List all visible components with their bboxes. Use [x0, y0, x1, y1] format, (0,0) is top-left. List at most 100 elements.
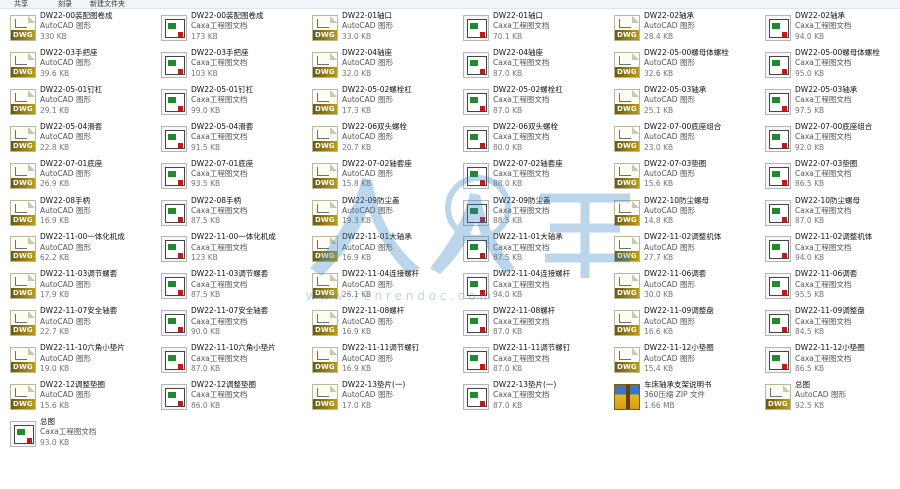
caxa-file-icon	[463, 199, 489, 226]
file-size: 32.0 KB	[342, 68, 372, 78]
file-name: DW22-08手柄	[191, 195, 241, 205]
file-size: 16.9 KB	[342, 327, 372, 336]
file-item[interactable]: DWG DW22-11-07安全轴套 AutoCAD 图形 22.7 KB	[0, 303, 150, 339]
file-size: 90.0 KB	[191, 327, 221, 336]
dwg-file-icon: DWG	[312, 88, 338, 115]
file-item[interactable]: DWG DW22-11-08螺杆 AutoCAD 图形 16.9 KB	[302, 303, 452, 339]
file-info: DW22-05-04滑套 AutoCAD 图形 22.8 KB	[40, 122, 148, 153]
file-item[interactable]: DWG DW22-05-01钉杠 AutoCAD 图形 29.1 KB	[0, 82, 150, 118]
file-info: DW22-11-10六角小垫片 AutoCAD 图形 19.0 KB	[40, 343, 148, 374]
file-item[interactable]: DW22-11-03调节螺套 Caxa工程图文档 87.5 KB	[151, 266, 301, 302]
file-item[interactable]: DW22-05-03轴承 Caxa工程图文档 97.5 KB	[755, 82, 900, 118]
file-item[interactable]: DW22-11-10六角小垫片 Caxa工程图文档 87.0 KB	[151, 340, 301, 376]
caxa-file-icon	[765, 273, 791, 300]
file-item[interactable]: DWG DW22-05-03轴承 AutoCAD 图形 25.1 KB	[604, 82, 754, 118]
file-item[interactable]: DWG DW22-07-01底座 AutoCAD 图形 26.9 KB	[0, 156, 150, 192]
file-item[interactable]: DW22-11-08螺杆 Caxa工程图文档 87.0 KB	[453, 303, 603, 339]
file-item[interactable]: DW22-05-01钉杠 Caxa工程图文档 99.0 KB	[151, 82, 301, 118]
file-type: Caxa工程图文档	[191, 95, 248, 105]
file-size: 93.0 KB	[40, 437, 70, 447]
file-item[interactable]: DWG DW22-05-04滑套 AutoCAD 图形 22.8 KB	[0, 119, 150, 155]
file-item[interactable]: DWG DW22-05-02螺栓杠 AutoCAD 图形 17.3 KB	[302, 82, 452, 118]
file-item[interactable]: DW22-12调整垫圈 Caxa工程图文档 86.0 KB	[151, 377, 301, 413]
file-item[interactable]: DWG DW22-11-06调套 AutoCAD 图形 30.0 KB	[604, 266, 754, 302]
file-item[interactable]: DWG DW22-01轴口 AutoCAD 图形 33.0 KB	[302, 8, 452, 44]
file-item[interactable]: DWG DW22-11-12小垫圈 AutoCAD 图形 15.4 KB	[604, 340, 754, 376]
file-item[interactable]: DWG DW22-08手柄 AutoCAD 图形 16.9 KB	[0, 193, 150, 229]
file-item[interactable]: DW22-01轴口 Caxa工程图文档 70.1 KB	[453, 8, 603, 44]
dwg-file-icon: DWG	[614, 236, 640, 263]
file-item[interactable]: DWG DW22-03手把座 AutoCAD 图形 39.6 KB	[0, 45, 150, 81]
file-item[interactable]: DW22-07-02轴套座 Caxa工程图文档 88.0 KB	[453, 156, 603, 192]
file-item[interactable]: DW22-11-02调整机体 Caxa工程图文档 94.0 KB	[755, 229, 900, 265]
file-size: 95.5 KB	[795, 290, 825, 300]
file-name: DW22-02轴承	[795, 11, 845, 20]
dwg-file-icon: DWG	[10, 199, 36, 226]
file-item[interactable]: DW22-11-04连接螺杆 Caxa工程图文档 94.0 KB	[453, 266, 603, 302]
file-type: AutoCAD 图形	[342, 316, 393, 326]
file-info: DW22-10防尘螺母 AutoCAD 图形 14.8 KB	[644, 196, 752, 227]
file-item[interactable]: DWG DW22-13垫片(一) AutoCAD 图形 17.0 KB	[302, 377, 452, 413]
file-item[interactable]: DWG DW22-04轴座 AutoCAD 图形 32.0 KB	[302, 45, 452, 81]
file-name: DW22-05-04滑套	[40, 121, 103, 131]
file-item[interactable]: DW22-11-11调节螺钉 Caxa工程图文档 87.0 KB	[453, 340, 603, 376]
file-item[interactable]: DW22-03手把座 Caxa工程图文档 103 KB	[151, 45, 301, 81]
file-type: Caxa工程图文档	[795, 169, 852, 178]
file-item[interactable]: DWG DW22-11-02调整机体 AutoCAD 图形 27.7 KB	[604, 229, 754, 265]
file-item[interactable]: DWG DW22-11-11调节螺钉 AutoCAD 图形 16.9 KB	[302, 340, 452, 376]
file-type: AutoCAD 图形	[40, 279, 91, 289]
file-item[interactable]: DWG DW22-09防尘盖 AutoCAD 图形 19.3 KB	[302, 193, 452, 229]
file-item[interactable]: DW22-08手柄 Caxa工程图文档 87.5 KB	[151, 193, 301, 229]
file-item[interactable]: DW22-05-02螺栓杠 Caxa工程图文档 87.0 KB	[453, 82, 603, 118]
file-item[interactable]: DWG DW22-00装配图卷成 AutoCAD 图形 330 KB	[0, 8, 150, 44]
caxa-file-icon	[463, 310, 489, 337]
file-item[interactable]: DW22-13垫片(一) Caxa工程图文档 87.0 KB	[453, 377, 603, 413]
file-item[interactable]: DW22-07-03垫圈 Caxa工程图文档 86.5 KB	[755, 156, 900, 192]
file-item[interactable]: DWG DW22-11-09调整盘 AutoCAD 图形 16.6 KB	[604, 303, 754, 339]
file-size: 29.1 KB	[40, 105, 70, 115]
file-size: 39.6 KB	[40, 68, 70, 78]
file-item[interactable]: DW22-05-04滑套 Caxa工程图文档 91.5 KB	[151, 119, 301, 155]
file-info: DW22-05-01钉杠 AutoCAD 图形 29.1 KB	[40, 85, 148, 116]
file-item[interactable]: DWG DW22-12调整垫圈 AutoCAD 图形 15.6 KB	[0, 377, 150, 413]
file-item[interactable]: DW22-07-00底座组合 Caxa工程图文档 92.0 KB	[755, 119, 900, 155]
file-item[interactable]: 车床轴承支架说明书 360压缩 ZIP 文件 1.66 MB	[604, 377, 754, 413]
file-name: DW22-11-10六角小垫片	[191, 343, 276, 353]
file-item[interactable]: DW22-07-01底座 Caxa工程图文档 93.5 KB	[151, 156, 301, 192]
file-item[interactable]: DW22-11-01大轴承 Caxa工程图文档 87.5 KB	[453, 229, 603, 265]
file-item[interactable]: DWG 总图 AutoCAD 图形 92.5 KB	[755, 377, 900, 413]
file-item[interactable]: DWG DW22-05-00螺母体螺栓 AutoCAD 图形 32.6 KB	[604, 45, 754, 81]
file-item[interactable]: DW22-05-00螺母体螺栓 Caxa工程图文档 95.0 KB	[755, 45, 900, 81]
file-item[interactable]: DWG DW22-07-00底座组合 AutoCAD 图形 23.0 KB	[604, 119, 754, 155]
file-item[interactable]: DWG DW22-06双头螺栓 AutoCAD 图形 20.7 KB	[302, 119, 452, 155]
file-item[interactable]: DW22-11-12小垫圈 Caxa工程图文档 86.5 KB	[755, 340, 900, 376]
file-item[interactable]: DW22-11-07安全轴套 Caxa工程图文档 90.0 KB	[151, 303, 301, 339]
file-item[interactable]: DW22-10防尘螺母 Caxa工程图文档 87.0 KB	[755, 193, 900, 229]
file-item[interactable]: DWG DW22-02轴承 AutoCAD 图形 28.4 KB	[604, 8, 754, 44]
file-item[interactable]: DW22-11-00一体化机成 Caxa工程图文档 123 KB	[151, 229, 301, 265]
file-item[interactable]: DWG DW22-11-01大轴承 AutoCAD 图形 16.9 KB	[302, 229, 452, 265]
file-item[interactable]: DW22-04轴座 Caxa工程图文档 87.0 KB	[453, 45, 603, 81]
file-item[interactable]: DW22-11-06调套 Caxa工程图文档 95.5 KB	[755, 266, 900, 302]
file-type: Caxa工程图文档	[191, 205, 248, 215]
file-item[interactable]: DW22-00装配图卷成 Caxa工程图文档 173 KB	[151, 8, 301, 44]
file-size: 103 KB	[191, 68, 218, 78]
file-item[interactable]: DWG DW22-07-03垫圈 AutoCAD 图形 15.6 KB	[604, 156, 754, 192]
file-item[interactable]: DWG DW22-11-10六角小垫片 AutoCAD 图形 19.0 KB	[0, 340, 150, 376]
file-item[interactable]: DWG DW22-11-04连接螺杆 AutoCAD 图形 26.1 KB	[302, 266, 452, 302]
file-name: DW22-03手把座	[40, 47, 98, 57]
file-item[interactable]: DW22-11-09调整盘 Caxa工程图文档 84.5 KB	[755, 303, 900, 339]
file-item[interactable]: DW22-06双头螺栓 Caxa工程图文档 80.0 KB	[453, 119, 603, 155]
file-item[interactable]: DWG DW22-11-03调节螺套 AutoCAD 图形 17.9 KB	[0, 266, 150, 302]
dwg-file-icon: DWG	[614, 125, 640, 152]
file-item[interactable]: DW22-02轴承 Caxa工程图文档 94.0 KB	[755, 8, 900, 44]
file-item[interactable]: DWG DW22-11-00一体化机成 AutoCAD 图形 62.2 KB	[0, 229, 150, 265]
file-info: DW22-02轴承 AutoCAD 图形 28.4 KB	[644, 11, 752, 42]
file-item[interactable]: DW22-09防尘盖 Caxa工程图文档 88.5 KB	[453, 193, 603, 229]
file-name: DW22-12调整垫圈	[191, 380, 256, 389]
file-item[interactable]: DWG DW22-07-02轴套座 AutoCAD 图形 15.8 KB	[302, 156, 452, 192]
file-item[interactable]: 总图 Caxa工程图文档 93.0 KB	[0, 414, 150, 450]
caxa-file-icon	[463, 273, 489, 300]
file-item[interactable]: DWG DW22-10防尘螺母 AutoCAD 图形 14.8 KB	[604, 193, 754, 229]
file-name: 车床轴承支架说明书	[644, 380, 712, 389]
